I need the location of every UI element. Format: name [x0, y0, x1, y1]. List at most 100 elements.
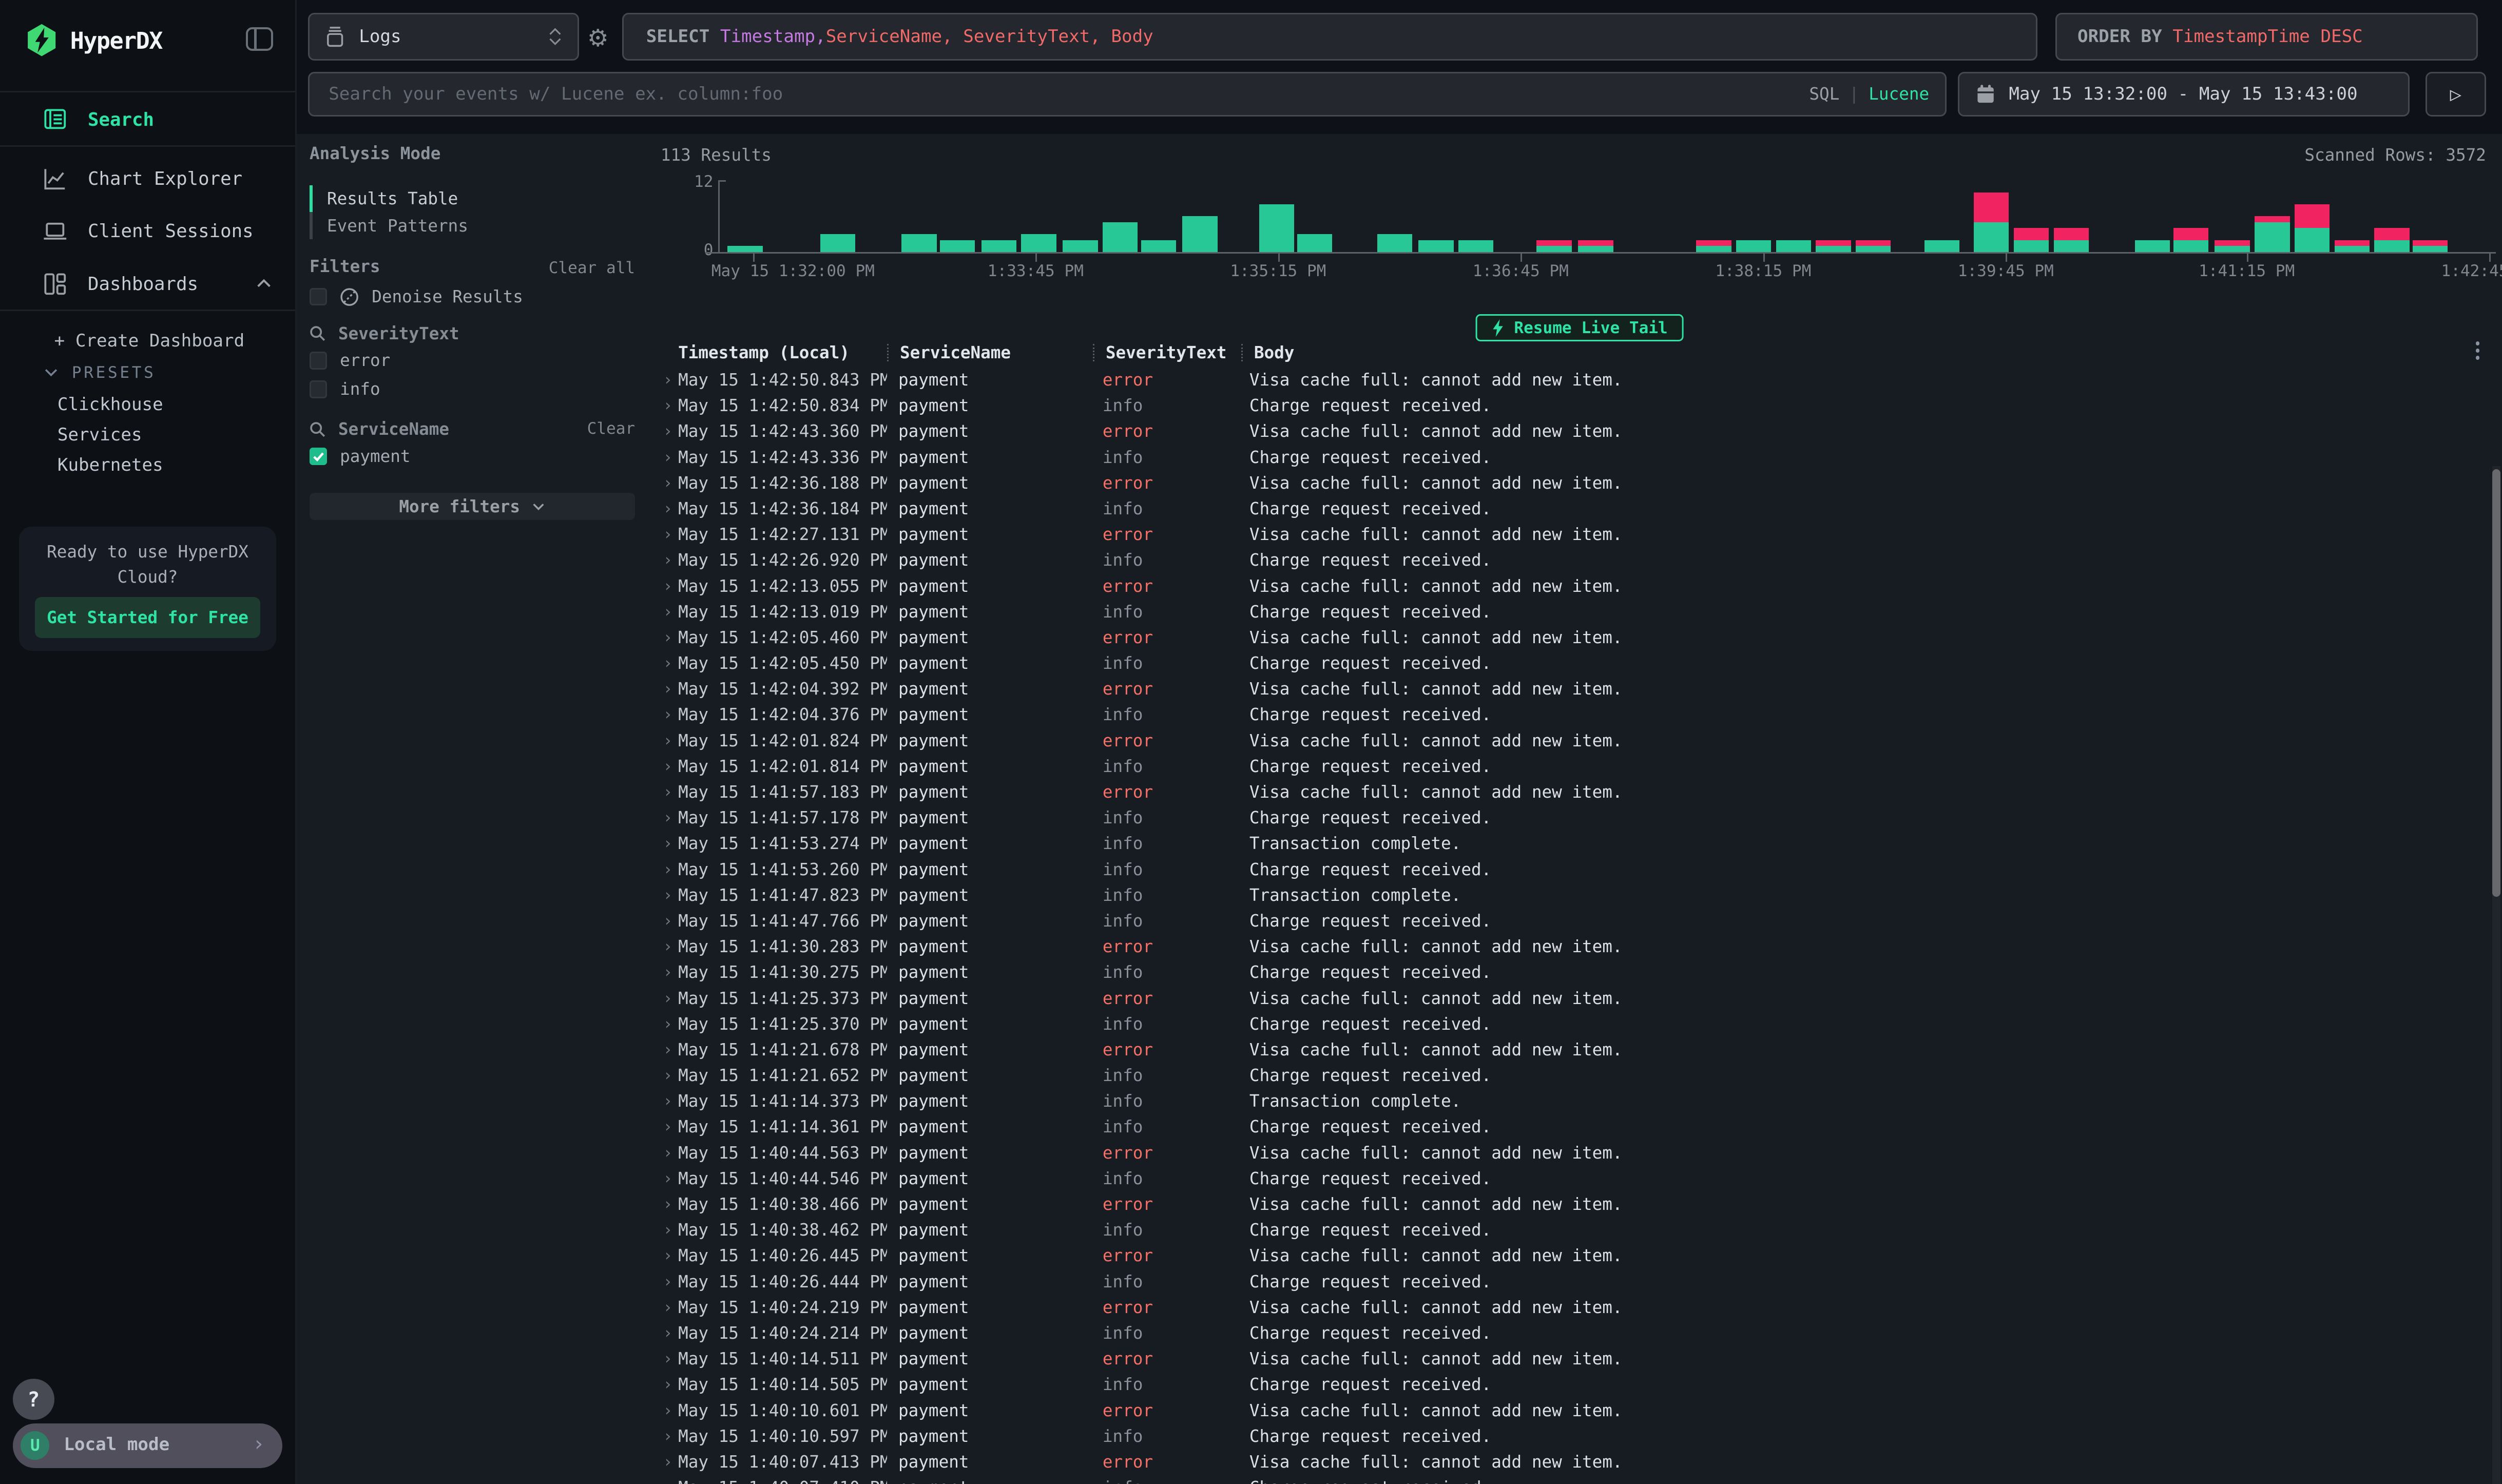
row-expand-chevron[interactable]: ›: [658, 371, 678, 389]
row-expand-chevron[interactable]: ›: [658, 989, 678, 1008]
row-expand-chevron[interactable]: ›: [658, 577, 678, 595]
histogram-bar[interactable]: [1418, 240, 1453, 252]
table-row[interactable]: ›May 15 1:41:47.766 PMpaymentinfoCharge …: [658, 908, 2489, 934]
table-row[interactable]: ›May 15 1:42:26.920 PMpaymentinfoCharge …: [658, 547, 2489, 573]
header-timestamp[interactable]: Timestamp (Local): [678, 340, 887, 365]
row-expand-chevron[interactable]: ›: [658, 1324, 678, 1342]
row-expand-chevron[interactable]: ›: [658, 912, 678, 930]
histogram-bar[interactable]: [2135, 240, 2170, 252]
histogram-bar[interactable]: [1103, 222, 1138, 252]
row-expand-chevron[interactable]: ›: [658, 937, 678, 956]
row-expand-chevron[interactable]: ›: [658, 1169, 678, 1188]
row-expand-chevron[interactable]: ›: [658, 1066, 678, 1085]
presets-toggle[interactable]: PRESETS: [0, 357, 295, 388]
row-expand-chevron[interactable]: ›: [658, 1221, 678, 1239]
table-row[interactable]: ›May 15 1:42:04.392 PMpaymenterrorVisa c…: [658, 676, 2489, 702]
header-servicename[interactable]: ServiceName: [889, 340, 1093, 365]
row-expand-chevron[interactable]: ›: [658, 680, 678, 698]
table-row[interactable]: ›May 15 1:42:50.843 PMpaymenterrorVisa c…: [658, 367, 2489, 393]
table-row[interactable]: ›May 15 1:42:13.019 PMpaymentinfoCharge …: [658, 599, 2489, 625]
lucene-toggle[interactable]: Lucene: [1869, 84, 1929, 104]
table-row[interactable]: ›May 15 1:41:25.373 PMpaymenterrorVisa c…: [658, 985, 2489, 1011]
row-expand-chevron[interactable]: ›: [658, 422, 678, 440]
histogram-bar[interactable]: [2255, 216, 2289, 252]
row-expand-chevron[interactable]: ›: [658, 603, 678, 621]
histogram-bar[interactable]: [1063, 240, 1098, 252]
table-row[interactable]: ›May 15 1:40:10.601 PMpaymenterrorVisa c…: [658, 1397, 2489, 1423]
table-row[interactable]: ›May 15 1:40:10.597 PMpaymentinfoCharge …: [658, 1423, 2489, 1449]
histogram-bar[interactable]: [1578, 240, 1613, 252]
table-row[interactable]: ›May 15 1:42:36.188 PMpaymenterrorVisa c…: [658, 470, 2489, 496]
clear-servicename-link[interactable]: Clear: [587, 419, 636, 438]
table-row[interactable]: ›May 15 1:42:43.336 PMpaymentinfoCharge …: [658, 444, 2489, 470]
histogram-bar[interactable]: [2295, 204, 2330, 252]
table-row[interactable]: ›May 15 1:40:26.444 PMpaymentinfoCharge …: [658, 1268, 2489, 1294]
source-select[interactable]: Logs: [308, 13, 579, 61]
row-expand-chevron[interactable]: ›: [658, 731, 678, 750]
histogram-bar[interactable]: [1924, 240, 1959, 252]
histogram-bar[interactable]: [1259, 204, 1294, 252]
histogram-bar[interactable]: [1182, 216, 1217, 252]
histogram-bar[interactable]: [1974, 192, 2009, 253]
histogram-bar[interactable]: [1458, 240, 1493, 252]
histogram-bar[interactable]: [981, 240, 1016, 252]
histogram-bar[interactable]: [1377, 234, 1412, 252]
histogram-bar[interactable]: [2054, 228, 2089, 252]
histogram-bar[interactable]: [2014, 228, 2049, 252]
table-row[interactable]: ›May 15 1:41:14.361 PMpaymentinfoCharge …: [658, 1114, 2489, 1140]
row-expand-chevron[interactable]: ›: [658, 499, 678, 518]
histogram-bar[interactable]: [2335, 240, 2370, 252]
denoise-checkbox[interactable]: [310, 288, 327, 305]
row-expand-chevron[interactable]: ›: [658, 551, 678, 569]
row-expand-chevron[interactable]: ›: [658, 705, 678, 724]
gear-icon[interactable]: ⚙: [587, 24, 609, 52]
table-row[interactable]: ›May 15 1:41:25.370 PMpaymentinfoCharge …: [658, 1011, 2489, 1037]
row-expand-chevron[interactable]: ›: [658, 525, 678, 544]
mode-event-patterns[interactable]: Event Patterns: [310, 212, 613, 239]
row-expand-chevron[interactable]: ›: [658, 1273, 678, 1291]
table-row[interactable]: ›May 15 1:42:27.131 PMpaymenterrorVisa c…: [658, 522, 2489, 547]
table-row[interactable]: ›May 15 1:41:21.652 PMpaymentinfoCharge …: [658, 1063, 2489, 1088]
row-expand-chevron[interactable]: ›: [658, 1195, 678, 1213]
row-expand-chevron[interactable]: ›: [658, 757, 678, 776]
row-expand-chevron[interactable]: ›: [658, 886, 678, 904]
table-row[interactable]: ›May 15 1:41:57.178 PMpaymentinfoCharge …: [658, 805, 2489, 831]
preset-item-kubernetes[interactable]: Kubernetes: [0, 450, 295, 480]
select-query-input[interactable]: SELECT Timestamp, ServiceName, SeverityT…: [622, 13, 2037, 61]
histogram-bar[interactable]: [940, 240, 975, 252]
histogram-bar[interactable]: [727, 246, 762, 252]
order-by-input[interactable]: ORDER BY TimestampTime DESC: [2055, 13, 2478, 61]
table-row[interactable]: ›May 15 1:42:50.834 PMpaymentinfoCharge …: [658, 393, 2489, 418]
histogram-bar[interactable]: [1696, 240, 1731, 252]
table-row[interactable]: ›May 15 1:40:26.445 PMpaymenterrorVisa c…: [658, 1243, 2489, 1268]
table-row[interactable]: ›May 15 1:42:43.360 PMpaymenterrorVisa c…: [658, 418, 2489, 444]
table-row[interactable]: ›May 15 1:42:05.460 PMpaymenterrorVisa c…: [658, 625, 2489, 650]
table-options-icon[interactable]: [2476, 341, 2480, 360]
row-expand-chevron[interactable]: ›: [658, 1015, 678, 1033]
scrollbar-thumb[interactable]: [2492, 469, 2500, 897]
table-row[interactable]: ›May 15 1:42:01.824 PMpaymenterrorVisa c…: [658, 728, 2489, 754]
time-range-picker[interactable]: May 15 13:32:00 - May 15 13:43:00: [1958, 72, 2410, 117]
sidebar-collapse-icon[interactable]: [246, 27, 273, 51]
histogram-bar[interactable]: [820, 234, 855, 252]
clear-all-link[interactable]: Clear all: [549, 259, 635, 277]
table-row[interactable]: ›May 15 1:40:24.214 PMpaymentinfoCharge …: [658, 1320, 2489, 1346]
histogram-bar[interactable]: [2173, 228, 2208, 252]
histogram-bar[interactable]: [2374, 228, 2409, 252]
table-row[interactable]: ›May 15 1:42:36.184 PMpaymentinfoCharge …: [658, 496, 2489, 522]
row-expand-chevron[interactable]: ›: [658, 1478, 678, 1484]
info-checkbox[interactable]: [310, 380, 327, 398]
histogram-bar[interactable]: [901, 234, 936, 252]
row-expand-chevron[interactable]: ›: [658, 1092, 678, 1110]
row-expand-chevron[interactable]: ›: [658, 654, 678, 672]
table-row[interactable]: ›May 15 1:42:05.450 PMpaymentinfoCharge …: [658, 650, 2489, 676]
row-expand-chevron[interactable]: ›: [658, 963, 678, 981]
search-input[interactable]: [325, 82, 1809, 106]
table-row[interactable]: ›May 15 1:40:14.505 PMpaymentinfoCharge …: [658, 1372, 2489, 1397]
row-expand-chevron[interactable]: ›: [658, 860, 678, 879]
table-row[interactable]: ›May 15 1:40:07.413 PMpaymenterrorVisa c…: [658, 1449, 2489, 1475]
histogram-bar[interactable]: [1856, 240, 1891, 252]
row-expand-chevron[interactable]: ›: [658, 396, 678, 415]
filter-option-info[interactable]: info: [310, 378, 635, 401]
sidebar-item-search[interactable]: Search: [0, 96, 295, 144]
